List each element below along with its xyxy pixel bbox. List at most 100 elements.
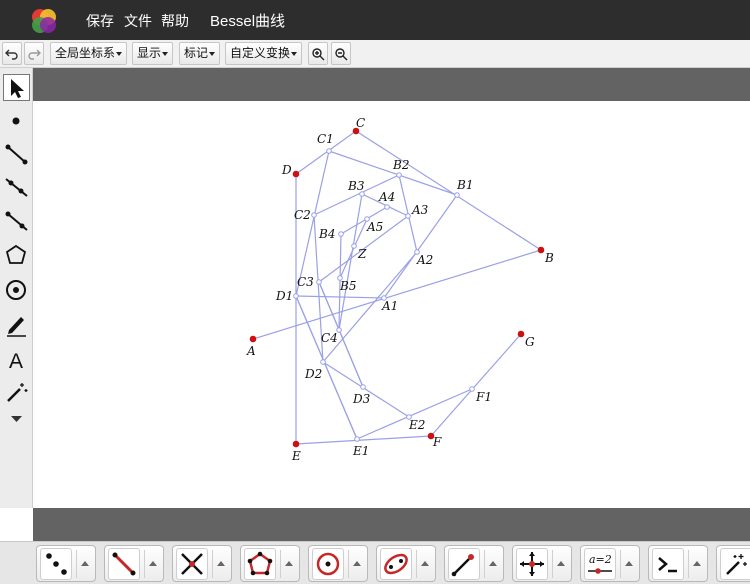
zoom-out-icon — [335, 48, 348, 61]
segment-E-F[interactable] — [295, 435, 432, 445]
vector-tool-icon — [451, 554, 474, 577]
expand-arrow-icon — [285, 561, 293, 566]
chevron-down-icon — [291, 51, 298, 56]
point-A[interactable] — [249, 335, 257, 343]
mark-dropdown[interactable]: 标记 — [179, 42, 221, 65]
point-label-A1: A1 — [381, 299, 398, 313]
point-label-A3: A3 — [411, 203, 429, 217]
point-label-A4: A4 — [378, 190, 395, 204]
point-F1[interactable] — [469, 386, 475, 392]
custom-transform-dropdown[interactable]: 自定义变换 — [225, 42, 303, 65]
point-C3[interactable] — [316, 279, 322, 285]
point-label-D1: D1 — [275, 289, 293, 303]
slider-value-label: a=2 — [589, 553, 612, 566]
circle-tool-button[interactable] — [308, 545, 368, 582]
menu-file[interactable]: 文件 — [124, 11, 152, 31]
zoom-in-button[interactable] — [308, 42, 328, 65]
point-B1[interactable] — [454, 192, 460, 198]
circle-tool[interactable] — [3, 277, 30, 304]
point-label-F1: F1 — [475, 390, 492, 404]
line-tool[interactable] — [3, 208, 30, 235]
segment-tool[interactable] — [3, 141, 30, 168]
title-bar: 保存 文件 帮助 Bessel曲线 — [0, 0, 750, 40]
points-tool-button[interactable] — [36, 545, 96, 582]
polygon-tool-button[interactable] — [240, 545, 300, 582]
point-label-E2: E2 — [408, 418, 425, 432]
conic-tool-icon — [384, 553, 408, 575]
point-B2[interactable] — [396, 172, 402, 178]
undo-icon — [5, 49, 18, 60]
point-label-B2: B2 — [392, 158, 409, 172]
point-C1[interactable] — [326, 148, 332, 154]
slider-tool-button[interactable]: a=2 — [580, 545, 640, 582]
graphics-canvas[interactable]: A B C D E F G C1 B1 A1 D1 E1 F1 B2 C2 A2 D2 E2 B3 A3 C3 D3 A4 B… — [33, 101, 750, 508]
segment-F-G[interactable] — [430, 333, 522, 437]
magic-wand-icon — [7, 383, 28, 402]
chevron-down-icon — [116, 51, 123, 56]
point-label-C1: C1 — [317, 132, 334, 146]
menu-help[interactable]: 帮助 — [161, 11, 189, 31]
point-tool[interactable] — [3, 108, 30, 135]
point-label-C3: C3 — [297, 275, 314, 289]
vector-tool-button[interactable] — [444, 545, 504, 582]
zoom-out-button[interactable] — [331, 42, 351, 65]
ray-tool[interactable] — [3, 174, 30, 201]
slider-tool-icon: a=2 — [588, 553, 612, 574]
line-tool-icon — [112, 552, 136, 576]
more-tools-toggle[interactable] — [3, 409, 30, 427]
intersect-tool-button[interactable] — [172, 545, 232, 582]
svg-text:A: A — [9, 350, 23, 373]
redo-button[interactable] — [24, 42, 44, 65]
pen-tool[interactable] — [3, 311, 30, 338]
command-tool-button[interactable] — [648, 545, 708, 582]
select-arrow-icon — [11, 79, 24, 98]
menu-save[interactable]: 保存 — [86, 11, 114, 31]
point-D[interactable] — [292, 170, 300, 178]
redo-icon — [28, 49, 41, 60]
undo-button[interactable] — [2, 42, 22, 65]
coordinate-system-dropdown[interactable]: 全局坐标系 — [50, 42, 128, 65]
point-G[interactable] — [517, 330, 525, 338]
geometry-drawing: A B C D E F G C1 B1 A1 D1 E1 F1 B2 C2 A2 D2 E2 B3 A3 C3 D3 A4 B… — [246, 116, 554, 463]
magic-wand-tool[interactable] — [3, 379, 30, 406]
point-label-C: C — [356, 116, 365, 130]
intersect-tool-icon — [181, 553, 203, 575]
document-title: Bessel曲线 — [210, 13, 286, 30]
polygon-tool[interactable] — [3, 242, 30, 269]
display-label: 显示 — [137, 46, 162, 60]
point-B4[interactable] — [338, 231, 344, 237]
points-tool-icon — [46, 553, 67, 575]
canvas-top-bar — [33, 68, 750, 101]
point-label-A5: A5 — [366, 220, 383, 234]
point-label-E: E — [291, 449, 301, 463]
point-label-C4: C4 — [321, 331, 338, 345]
point-label-D2: D2 — [304, 367, 322, 381]
point-A3[interactable] — [405, 213, 411, 219]
magic-tool-button[interactable] — [716, 545, 750, 582]
transform-tool-button[interactable] — [512, 545, 572, 582]
display-dropdown[interactable]: 显示 — [132, 42, 174, 65]
point-label-C2: C2 — [294, 208, 311, 222]
coordinate-system-label: 全局坐标系 — [55, 46, 116, 60]
point-E1[interactable] — [354, 436, 360, 442]
point-icon — [12, 117, 20, 125]
zoom-in-icon — [312, 48, 325, 61]
polygon-icon — [5, 244, 27, 264]
segment-B3-C4[interactable] — [338, 193, 363, 331]
text-tool[interactable]: A — [3, 346, 30, 373]
point-A4[interactable] — [384, 204, 390, 210]
polygon-tool-icon — [247, 551, 273, 576]
expand-arrow-icon — [217, 561, 225, 566]
point-D2[interactable] — [320, 359, 326, 365]
point-D1[interactable] — [293, 293, 299, 299]
point-Z[interactable] — [351, 243, 357, 249]
point-D3[interactable] — [360, 384, 366, 390]
conic-tool-button[interactable] — [376, 545, 436, 582]
select-tool[interactable] — [3, 74, 30, 101]
mark-label: 标记 — [184, 46, 209, 60]
line-tool-button[interactable] — [104, 545, 164, 582]
point-label-Z: Z — [357, 247, 367, 261]
point-E[interactable] — [292, 440, 300, 448]
point-C2[interactable] — [311, 212, 317, 218]
point-B[interactable] — [537, 246, 545, 254]
